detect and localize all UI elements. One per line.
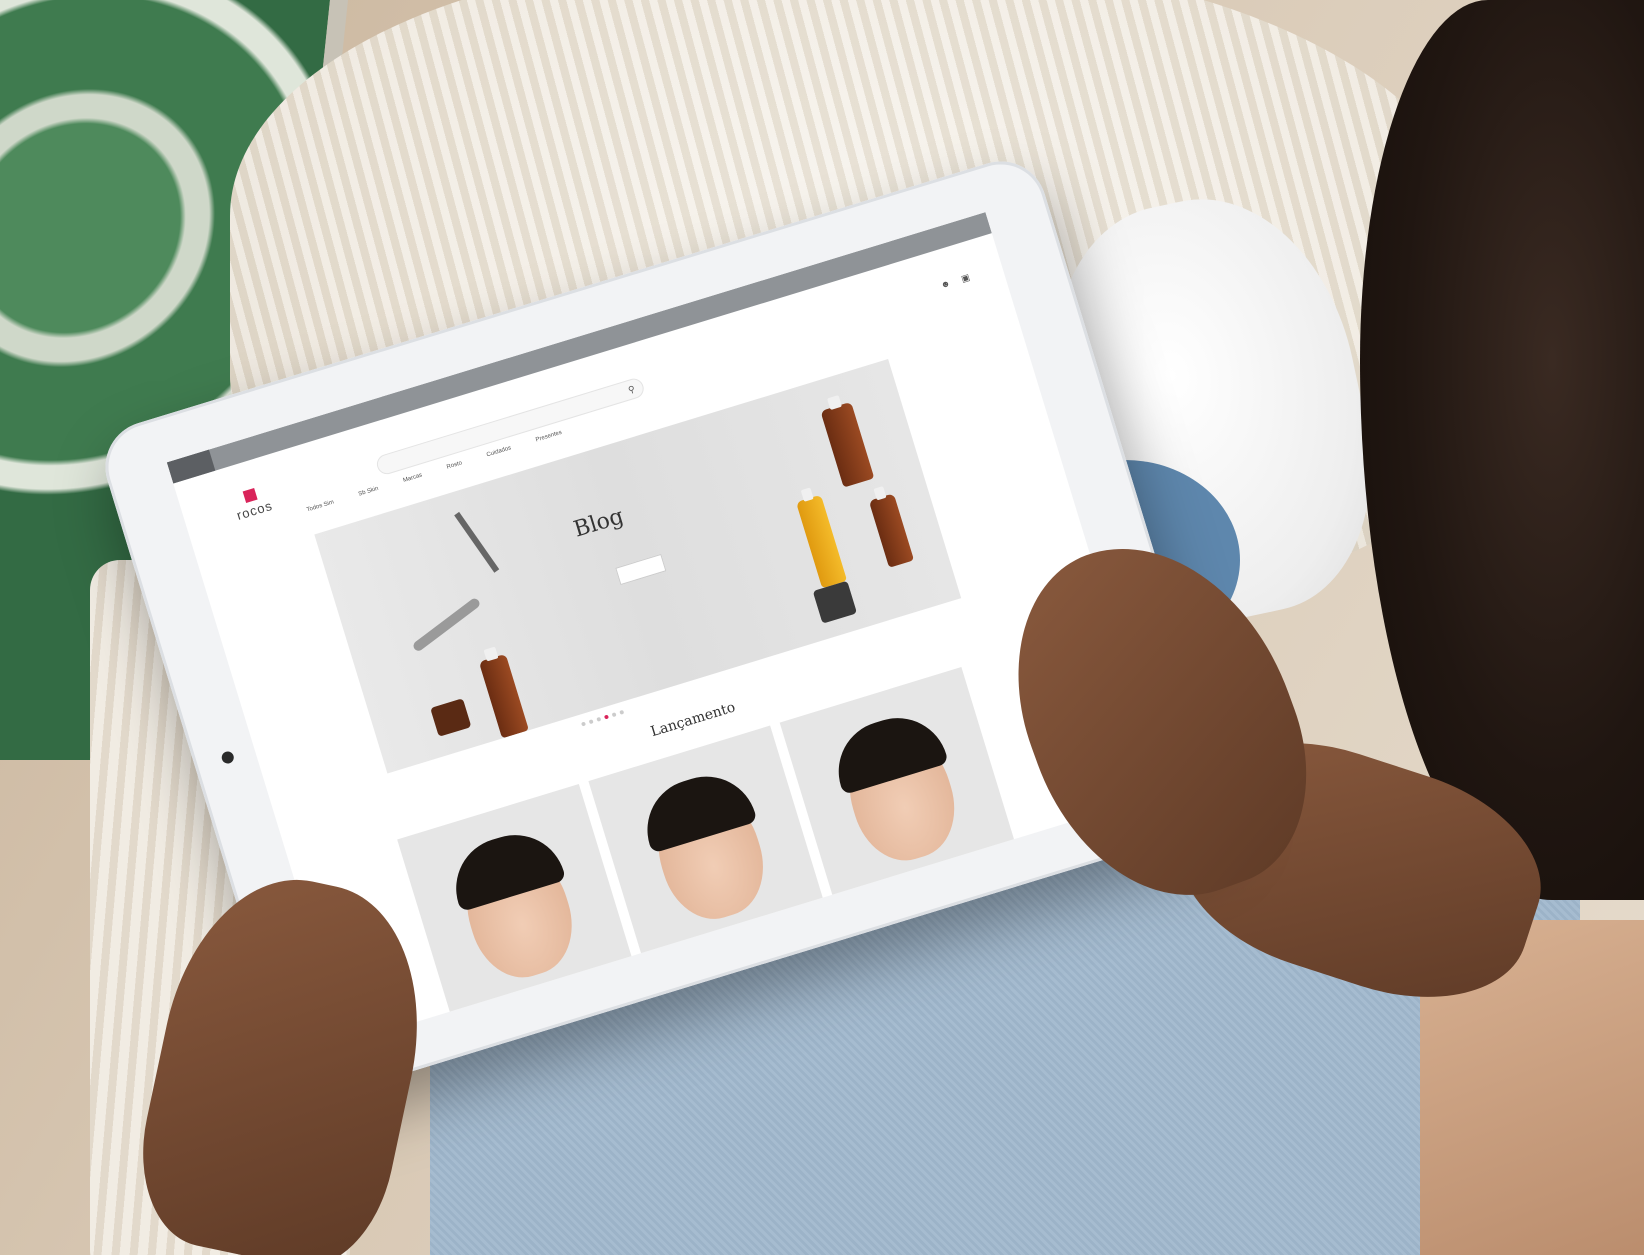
site-logo[interactable]: rocos (220, 481, 286, 526)
face-roller (411, 596, 482, 653)
nav-item[interactable]: Cuidados (486, 445, 512, 458)
carousel-dot[interactable] (588, 719, 594, 725)
header-icons: ☻ ▣ (939, 272, 971, 291)
carousel-dot[interactable] (596, 716, 602, 722)
product-bottle (478, 646, 529, 739)
user-icon[interactable]: ☻ (939, 278, 951, 291)
cart-icon[interactable]: ▣ (960, 272, 971, 285)
carousel-dot[interactable] (611, 712, 617, 718)
camera-dot (220, 750, 236, 765)
hero-cta-button[interactable] (615, 553, 667, 586)
carousel-dot[interactable] (581, 721, 587, 727)
logo-mark-icon (242, 488, 258, 503)
product-jar (430, 698, 472, 737)
product-bottle (868, 485, 915, 568)
dropper (454, 511, 500, 573)
product-bottle (795, 487, 848, 589)
nav-item[interactable]: Marcas (402, 472, 423, 483)
utility-links (938, 248, 965, 256)
carousel-dot[interactable] (619, 709, 625, 715)
hero-title: Blog (570, 503, 627, 543)
hero-subtitle (534, 503, 744, 567)
product-jar (812, 580, 858, 624)
search-icon[interactable]: ⚲ (627, 383, 637, 395)
nav-item[interactable]: Todos Sim (306, 499, 335, 513)
promo-banner (365, 412, 369, 413)
photo-scene: rocos ⚲ ☻ ▣ Todos Sim Sb Skin Marcas Ros… (0, 0, 1644, 1255)
product-bottle (820, 394, 875, 488)
carousel-dot-active[interactable] (603, 714, 609, 720)
nav-item[interactable]: Presentes (535, 430, 563, 444)
nav-item[interactable]: Rosto (446, 460, 463, 470)
nav-item[interactable]: Sb Skin (358, 486, 380, 498)
